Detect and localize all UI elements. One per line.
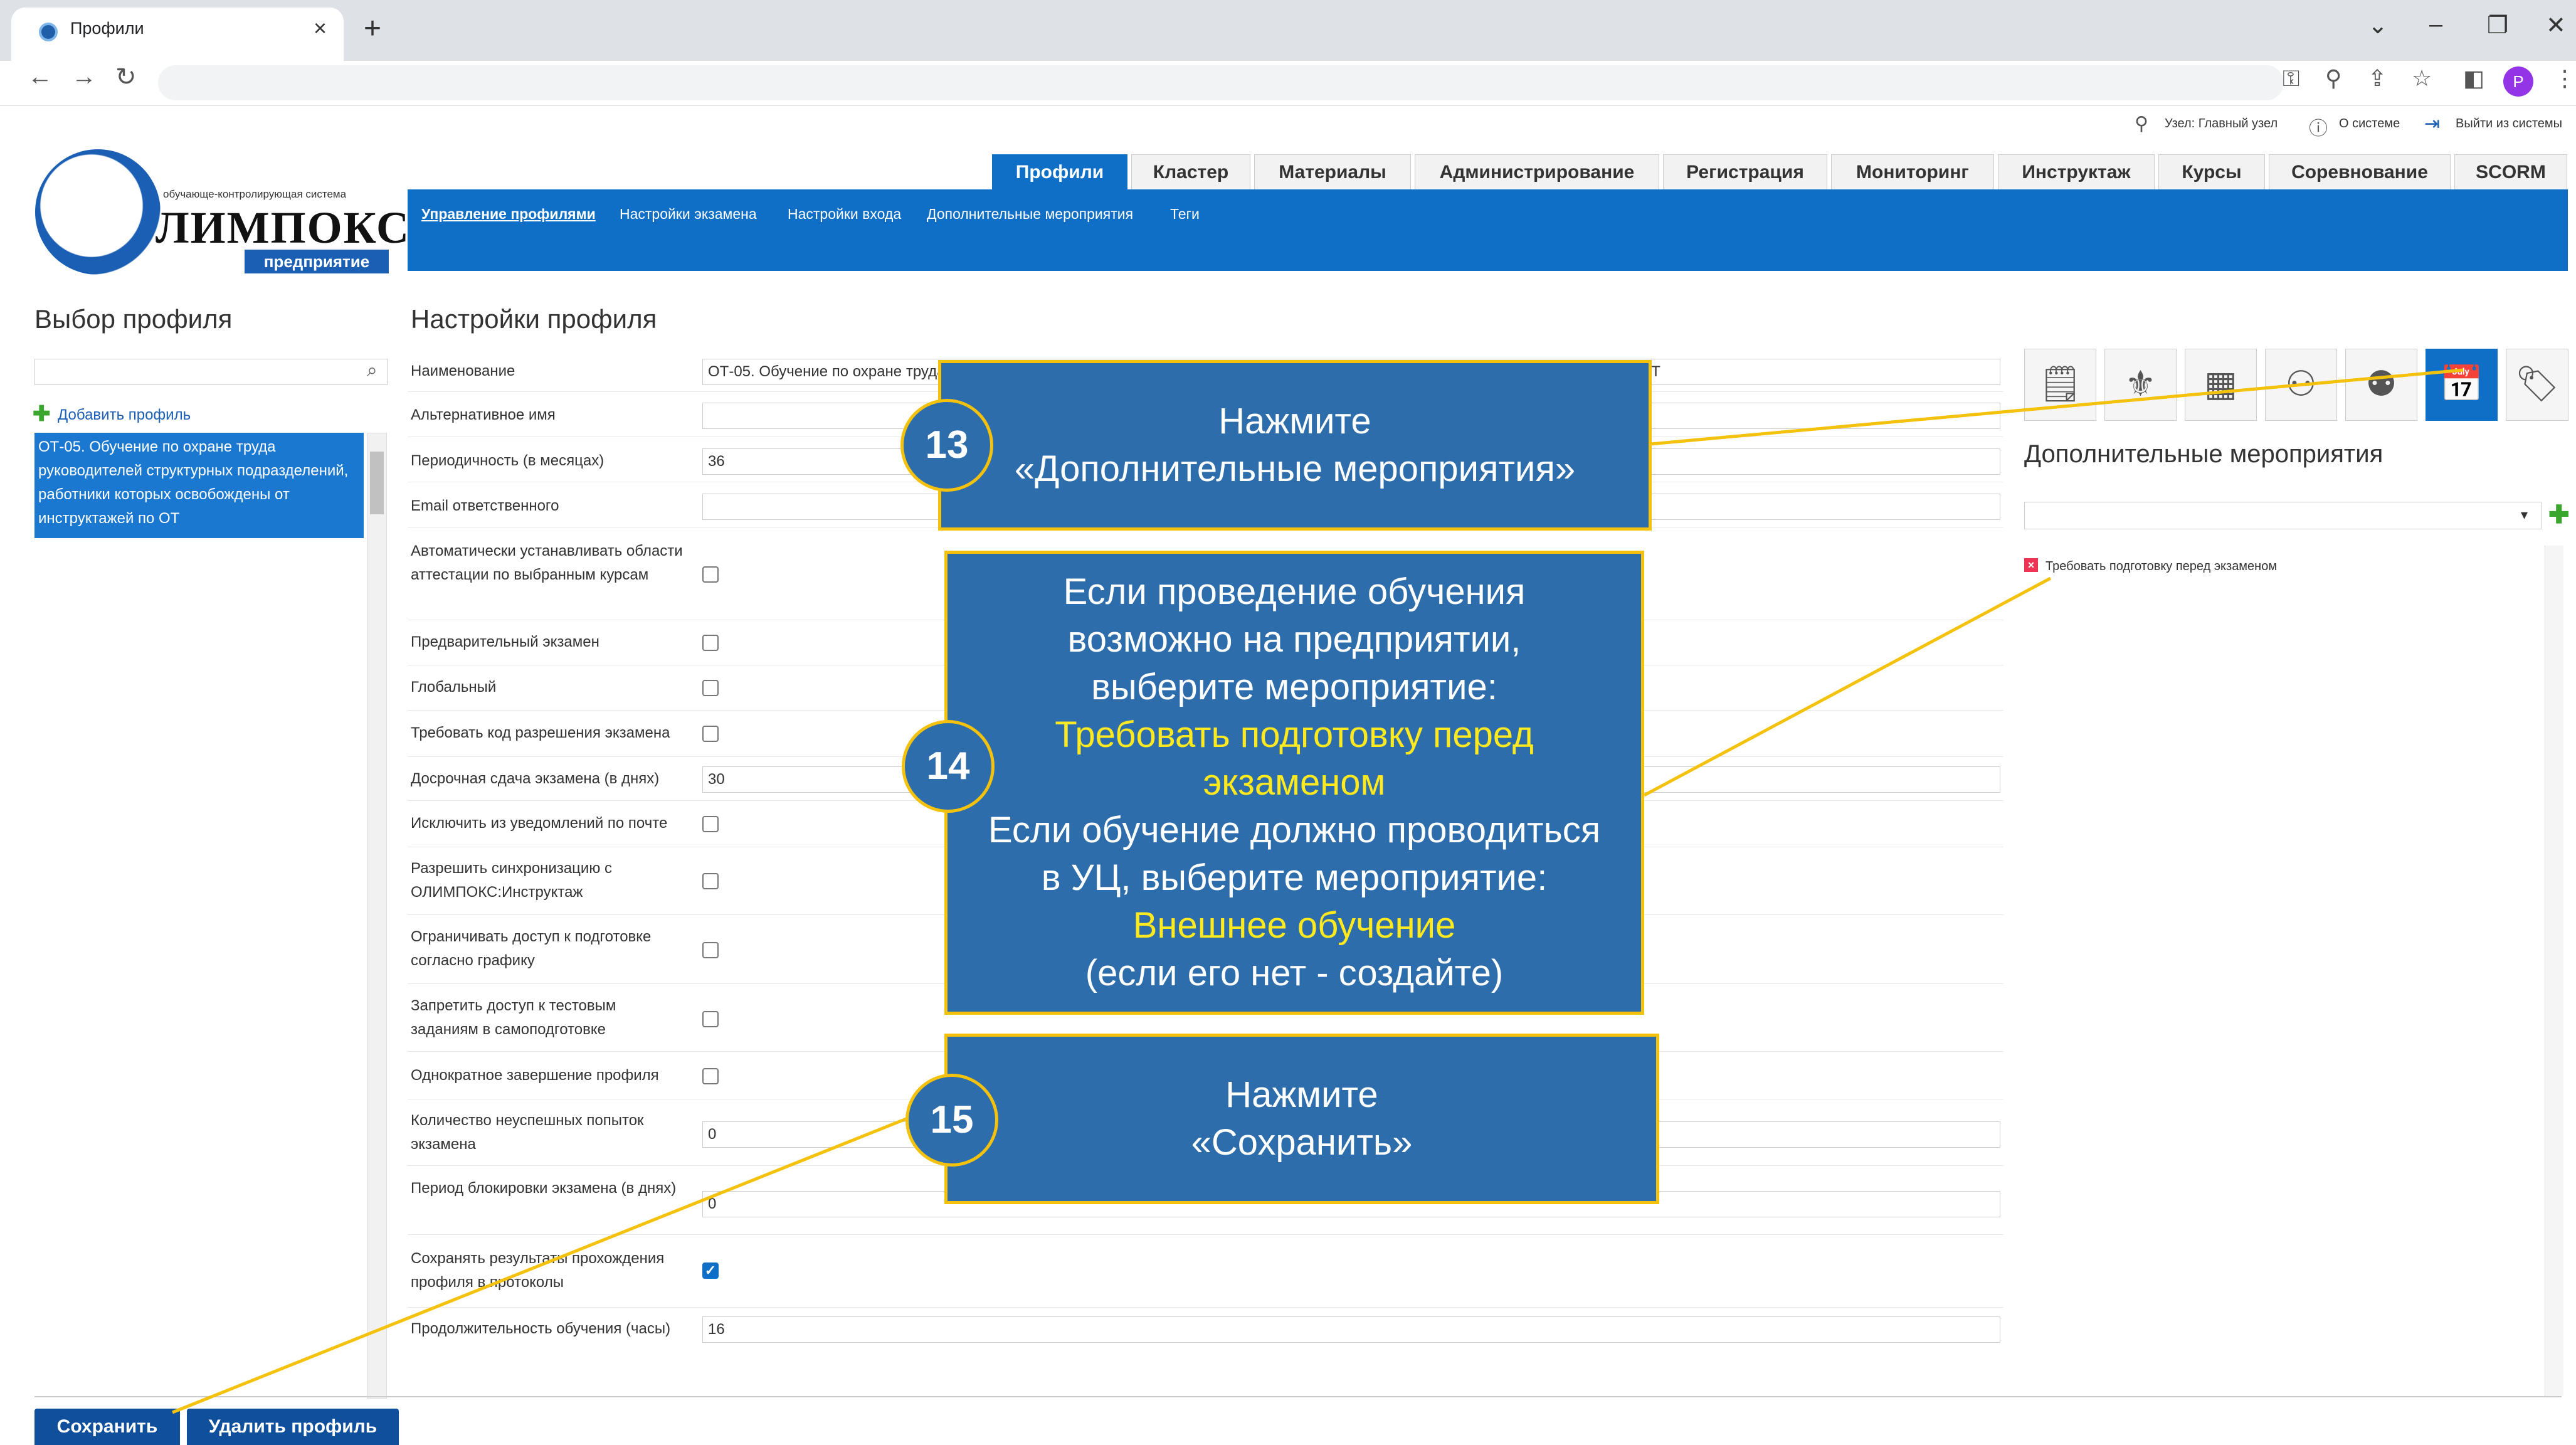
callout-highlight: Требовать подготовку перед [1055, 714, 1534, 755]
callout-step-13: Нажмите «Дополнительные мероприятия» [938, 360, 1652, 531]
callout-text: выберите мероприятие: [1091, 667, 1497, 707]
leader-line-13 [1650, 368, 2464, 446]
callout-text: Нажмите [1218, 401, 1371, 442]
callout-text: «Дополнительные мероприятия» [1014, 448, 1576, 489]
callout-step-14: Если проведение обучения возможно на пре… [944, 551, 1644, 1015]
callout-highlight: Внешнее обучение [1132, 905, 1456, 946]
step-badge-13: 13 [900, 399, 993, 492]
leader-line-14 [1643, 576, 2052, 797]
callout-text: «Сохранить» [1191, 1122, 1413, 1163]
callout-text: Если проведение обучения [1063, 571, 1526, 612]
callout-text: в УЦ, выберите мероприятие: [1041, 857, 1548, 898]
callout-text: Если обучение должно проводиться [988, 810, 1601, 850]
callout-highlight: экзаменом [1203, 762, 1386, 803]
step-badge-14: 14 [902, 720, 995, 813]
step-badge-15: 15 [905, 1074, 998, 1167]
callout-step-15: Нажмите «Сохранить» [944, 1034, 1659, 1204]
callout-text: (если его нет - создайте) [1085, 953, 1504, 993]
callout-text: Нажмите [1225, 1074, 1378, 1115]
callout-text: возможно на предприятии, [1067, 619, 1521, 660]
leader-line-15 [172, 1103, 941, 1414]
